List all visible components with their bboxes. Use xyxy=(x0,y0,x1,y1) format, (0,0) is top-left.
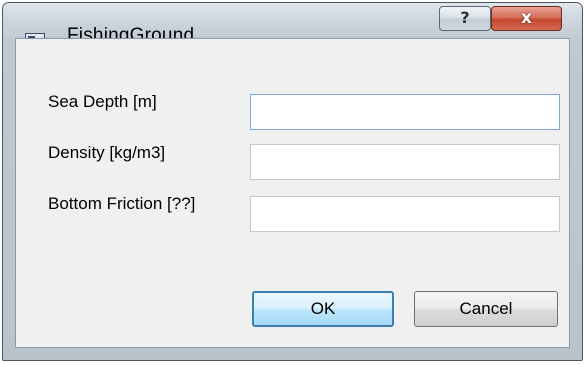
dialog-window: FishingGround ? x Sea Depth [m] Density … xyxy=(2,2,583,361)
dialog-content: Sea Depth [m] Density [kg/m3] Bottom Fri… xyxy=(15,38,570,348)
close-button[interactable]: x xyxy=(491,6,562,31)
density-label: Density [kg/m3] xyxy=(48,143,166,162)
close-x-icon: x xyxy=(521,8,532,28)
help-button[interactable]: ? xyxy=(439,6,491,31)
ok-button[interactable]: OK xyxy=(252,291,394,327)
bottom-friction-label: Bottom Friction [??] xyxy=(48,194,196,213)
question-mark-icon: ? xyxy=(460,8,470,27)
sea-depth-label: Sea Depth [m] xyxy=(48,92,157,111)
density-input[interactable] xyxy=(250,144,560,180)
bottom-friction-input[interactable] xyxy=(250,196,560,232)
sea-depth-input[interactable] xyxy=(250,94,560,130)
cancel-button[interactable]: Cancel xyxy=(414,291,558,327)
